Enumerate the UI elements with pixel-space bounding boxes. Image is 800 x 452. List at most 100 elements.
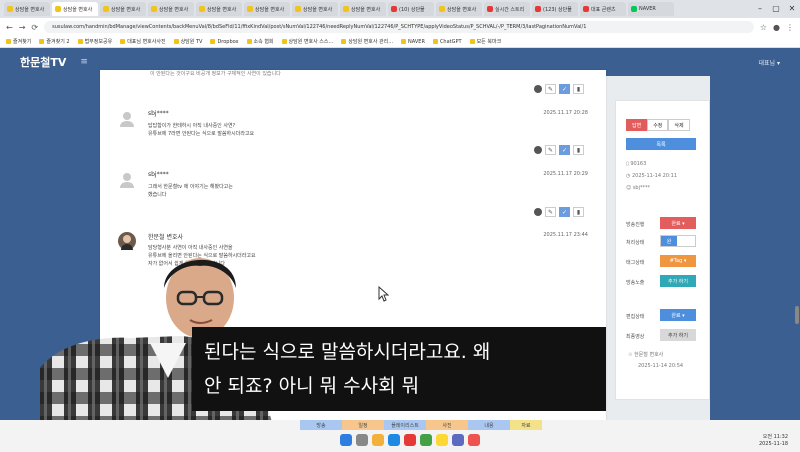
browser-tab[interactable]: 상담을 변호사 bbox=[148, 2, 194, 16]
broadcast-exposure-button[interactable]: 추가 하기 bbox=[660, 275, 696, 287]
pin-icon[interactable]: ✎ bbox=[545, 207, 556, 217]
bookmark-item[interactable]: 즐겨찾기 2 bbox=[39, 38, 70, 45]
final-video-button[interactable]: 추가 하기 bbox=[660, 329, 696, 341]
edit-status-select[interactable]: 완료 ▾ bbox=[660, 309, 696, 321]
forward-icon[interactable]: → bbox=[19, 23, 26, 32]
tab-favicon-icon bbox=[295, 6, 301, 12]
process-status-label: 처리상태 bbox=[626, 240, 645, 246]
folder-icon[interactable] bbox=[372, 434, 384, 446]
app-logo[interactable]: 한문철TV bbox=[20, 54, 66, 70]
bookmark-item[interactable]: ChatGPT bbox=[432, 39, 462, 45]
bottom-tab[interactable]: 사진 bbox=[426, 420, 468, 430]
trash-icon[interactable]: ▮ bbox=[573, 207, 584, 217]
bookmark-item[interactable]: 즐겨찾기 bbox=[6, 38, 31, 45]
folder-icon bbox=[401, 39, 407, 44]
check-icon[interactable] bbox=[534, 208, 542, 216]
folder-icon bbox=[6, 39, 11, 44]
comment-author: sbj**** bbox=[148, 171, 169, 178]
star-icon[interactable]: ☆ bbox=[760, 23, 767, 32]
edit-status-label: 편집상태 bbox=[626, 314, 645, 320]
delete-button[interactable]: 삭제 bbox=[668, 119, 690, 131]
bottom-tab[interactable]: 플레이리스트 bbox=[384, 420, 426, 430]
bookmark-item[interactable]: 상담원 변호사 스스... bbox=[281, 38, 333, 45]
tab-favicon-icon bbox=[631, 6, 637, 12]
app-icon[interactable] bbox=[420, 434, 432, 446]
chrome-icon[interactable] bbox=[404, 434, 416, 446]
folder-icon bbox=[39, 39, 45, 44]
edit-button[interactable]: 수정 bbox=[647, 119, 669, 131]
browser-tab[interactable]: 대표 큰렌츠 bbox=[580, 2, 626, 16]
pin-icon[interactable]: ✎ bbox=[545, 84, 556, 94]
browser-tab[interactable]: 실시간 스트리 bbox=[484, 2, 530, 16]
maximize-icon[interactable]: ▢ bbox=[768, 0, 784, 16]
browser-tab[interactable]: 상담을 변호사 bbox=[100, 2, 146, 16]
kebab-menu-icon[interactable]: ⋮ bbox=[786, 23, 794, 32]
close-icon[interactable]: ✕ bbox=[784, 0, 800, 16]
browser-tab[interactable]: (10) 상단물 bbox=[388, 2, 434, 16]
browser-tab-bar: 상담을 변호사 상담을 변호사 상담을 변호사 상담을 변호사 상담을 변호사 상담을 변… bbox=[0, 0, 800, 18]
bookmark-item[interactable]: NAVER bbox=[401, 39, 425, 45]
reply-button[interactable]: ✓ bbox=[559, 84, 570, 94]
trash-icon[interactable]: ▮ bbox=[573, 84, 584, 94]
edge-icon[interactable] bbox=[388, 434, 400, 446]
scrollbar[interactable] bbox=[795, 306, 799, 324]
user-menu[interactable]: 대표님 ▾ bbox=[759, 58, 780, 67]
reply-button[interactable]: ✓ bbox=[559, 145, 570, 155]
back-icon[interactable]: ← bbox=[6, 23, 13, 32]
browser-tab[interactable]: 상담을 변호사 bbox=[52, 2, 98, 16]
kakaotalk-icon[interactable] bbox=[436, 434, 448, 446]
tab-label: NAVER bbox=[639, 6, 656, 12]
browser-tab[interactable]: 상담을 변호사 bbox=[292, 2, 338, 16]
search-icon[interactable] bbox=[356, 434, 368, 446]
comment-actions: ✎ ✓ ▮ bbox=[534, 207, 584, 217]
menu-icon[interactable]: ≡ bbox=[80, 57, 88, 67]
app-icon[interactable] bbox=[452, 434, 464, 446]
bookmark-item[interactable]: 상담원 TV bbox=[173, 38, 202, 45]
tab-favicon-icon bbox=[247, 6, 253, 12]
avatar-icon bbox=[120, 173, 134, 188]
bottom-tab[interactable]: 자료 bbox=[510, 420, 542, 430]
browser-tab[interactable]: (123) 상단물 bbox=[532, 2, 578, 16]
toggle-knob: 완 bbox=[661, 236, 677, 246]
window-controls: – ▢ ✕ bbox=[752, 0, 800, 16]
broadcast-progress-select[interactable]: 완료 ▾ bbox=[660, 217, 696, 229]
bookmark-item[interactable]: 법무정보공유 bbox=[77, 38, 112, 45]
process-status-toggle[interactable]: 완 bbox=[660, 235, 696, 247]
folder-icon bbox=[77, 39, 83, 44]
minimize-icon[interactable]: – bbox=[752, 0, 768, 16]
app-icon[interactable] bbox=[468, 434, 480, 446]
bottom-tab[interactable]: 내용 bbox=[468, 420, 510, 430]
tag-status-select[interactable]: #Tag ▾ bbox=[660, 255, 696, 267]
answer-button[interactable]: 답변 bbox=[626, 119, 648, 131]
reply-button[interactable]: ✓ bbox=[559, 207, 570, 217]
pin-icon[interactable]: ✎ bbox=[545, 145, 556, 155]
list-button[interactable]: 목록 bbox=[626, 138, 696, 150]
bottom-tab[interactable]: 일정 bbox=[342, 420, 384, 430]
start-icon[interactable] bbox=[340, 434, 352, 446]
reload-icon[interactable]: ⟳ bbox=[31, 23, 38, 32]
system-clock[interactable]: 오전 11:32 2025-11-18 bbox=[759, 434, 788, 448]
bookmark-item[interactable]: 상담원 변호사 관리... bbox=[341, 38, 393, 45]
tab-favicon-icon bbox=[7, 6, 13, 12]
video-caption: 된다는 식으로 말씀하시더라고요. 왜 안 되죠? 아니 뭐 수사회 뭐 bbox=[192, 327, 606, 411]
browser-tab[interactable]: 상담을 변호사 bbox=[436, 2, 482, 16]
bookmark-item[interactable]: 대표님 변호사사진 bbox=[120, 38, 166, 45]
browser-tab[interactable]: NAVER bbox=[628, 2, 674, 16]
bookmark-item[interactable]: Dropbox bbox=[210, 39, 239, 45]
browser-tab[interactable]: 상담을 변호사 bbox=[196, 2, 242, 16]
browser-tab[interactable]: 상담을 변호사 bbox=[340, 2, 386, 16]
bookmark-item[interactable]: 소속 협회 bbox=[246, 38, 274, 45]
trash-icon[interactable]: ▮ bbox=[573, 145, 584, 155]
url-input[interactable]: susulaw.com/handmin/bdManage/viewContent… bbox=[44, 21, 754, 33]
browser-tab[interactable]: 상담을 변호사 bbox=[4, 2, 50, 16]
comment-date: 2025.11.17 20:28 bbox=[543, 110, 588, 116]
browser-tab[interactable]: 상담을 변호사 bbox=[244, 2, 290, 16]
profile-icon[interactable]: ● bbox=[773, 23, 780, 32]
folder-icon bbox=[173, 39, 179, 44]
bookmark-item[interactable]: 모든 북마크 bbox=[469, 38, 501, 45]
check-icon[interactable] bbox=[534, 146, 542, 154]
tab-favicon-icon bbox=[103, 6, 109, 12]
check-icon[interactable] bbox=[534, 85, 542, 93]
bottom-tab[interactable]: 방송 bbox=[300, 420, 342, 430]
right-background bbox=[710, 76, 800, 452]
